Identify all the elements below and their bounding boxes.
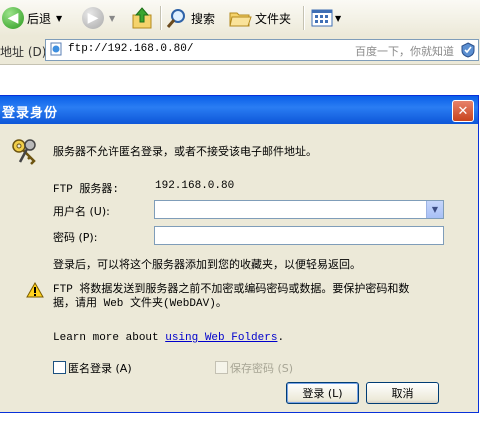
save-password-label[interactable]: 保存密码 (S) xyxy=(230,360,293,376)
username-label: 用户名 (U): xyxy=(53,205,110,218)
chevron-down-icon[interactable]: ▼ xyxy=(56,14,62,23)
page-icon xyxy=(50,42,62,56)
chevron-down-icon[interactable]: ▼ xyxy=(109,14,115,23)
warning-line-2: 据，请用 Web 文件夹(WebDAV)。 xyxy=(53,298,227,310)
back-label: 后退 xyxy=(27,11,52,26)
folders-button[interactable]: 文件夹 xyxy=(228,4,291,32)
password-label: 密码 (P): xyxy=(53,231,98,244)
go-icon[interactable] xyxy=(460,42,476,58)
views-icon xyxy=(311,9,333,27)
close-icon[interactable]: ✕ xyxy=(452,100,474,122)
server-value: 192.168.0.80 xyxy=(155,180,235,192)
address-search-hint: 百度一下，你就知道 xyxy=(355,45,454,58)
up-button[interactable] xyxy=(130,4,154,32)
login-dialog: 登录身份 ✕ 服务器不允许匿名登录，或者不接受该电子邮件地址。 FTP 服务器:… xyxy=(0,95,479,413)
ie-toolbar: ◀ 后退 ▼ ▶ ▼ 搜索 文件夹 ▼ xyxy=(0,0,480,36)
anonymous-login-checkbox[interactable] xyxy=(53,361,66,374)
learn-more-text: Learn more about using Web Folders. xyxy=(53,332,284,344)
dialog-title: 登录身份 xyxy=(2,106,59,121)
keys-icon xyxy=(12,139,36,165)
folders-icon xyxy=(229,12,252,27)
cancel-button[interactable]: 取消 xyxy=(366,382,439,404)
save-password-checkbox[interactable] xyxy=(215,361,228,374)
learn-more-suffix: . xyxy=(277,332,285,344)
back-arrow-icon: ◀ xyxy=(2,7,24,29)
back-button[interactable]: ◀ 后退 ▼ xyxy=(2,4,62,32)
after-login-note: 登录后，可以将这个服务器添加到您的收藏夹，以便轻易返回。 xyxy=(53,258,361,271)
login-button[interactable]: 登录 (L) xyxy=(286,382,359,404)
up-folder-icon xyxy=(132,7,152,29)
web-folders-link[interactable]: using Web Folders xyxy=(165,332,277,344)
forward-arrow-icon: ▶ xyxy=(82,7,104,29)
address-input[interactable]: ftp://192.168.0.80/ 百度一下，你就知道 xyxy=(45,39,479,61)
search-icon xyxy=(166,9,185,28)
folders-label: 文件夹 xyxy=(255,11,292,26)
chevron-down-icon[interactable]: ▼ xyxy=(335,14,341,23)
server-label: FTP 服务器: xyxy=(53,184,120,196)
dialog-titlebar[interactable]: 登录身份 ✕ xyxy=(0,96,478,124)
address-bar: 地址 (D) ftp://192.168.0.80/ 百度一下，你就知道 xyxy=(0,36,480,65)
search-button[interactable]: 搜索 xyxy=(166,4,215,32)
error-message: 服务器不允许匿名登录，或者不接受该电子邮件地址。 xyxy=(53,145,317,158)
address-url: ftp://192.168.0.80/ xyxy=(68,43,194,55)
anonymous-login-label[interactable]: 匿名登录 (A) xyxy=(68,360,132,376)
address-label: 地址 (D) xyxy=(0,45,47,59)
password-field[interactable] xyxy=(154,226,444,245)
learn-more-prefix: Learn more about xyxy=(53,332,166,344)
forward-button[interactable]: ▶ ▼ xyxy=(82,4,115,32)
search-label: 搜索 xyxy=(191,11,216,26)
username-combobox[interactable]: ▼ xyxy=(154,200,444,219)
views-button[interactable]: ▼ xyxy=(310,4,341,32)
warning-icon xyxy=(26,282,44,298)
dropdown-arrow-icon[interactable]: ▼ xyxy=(426,201,443,218)
